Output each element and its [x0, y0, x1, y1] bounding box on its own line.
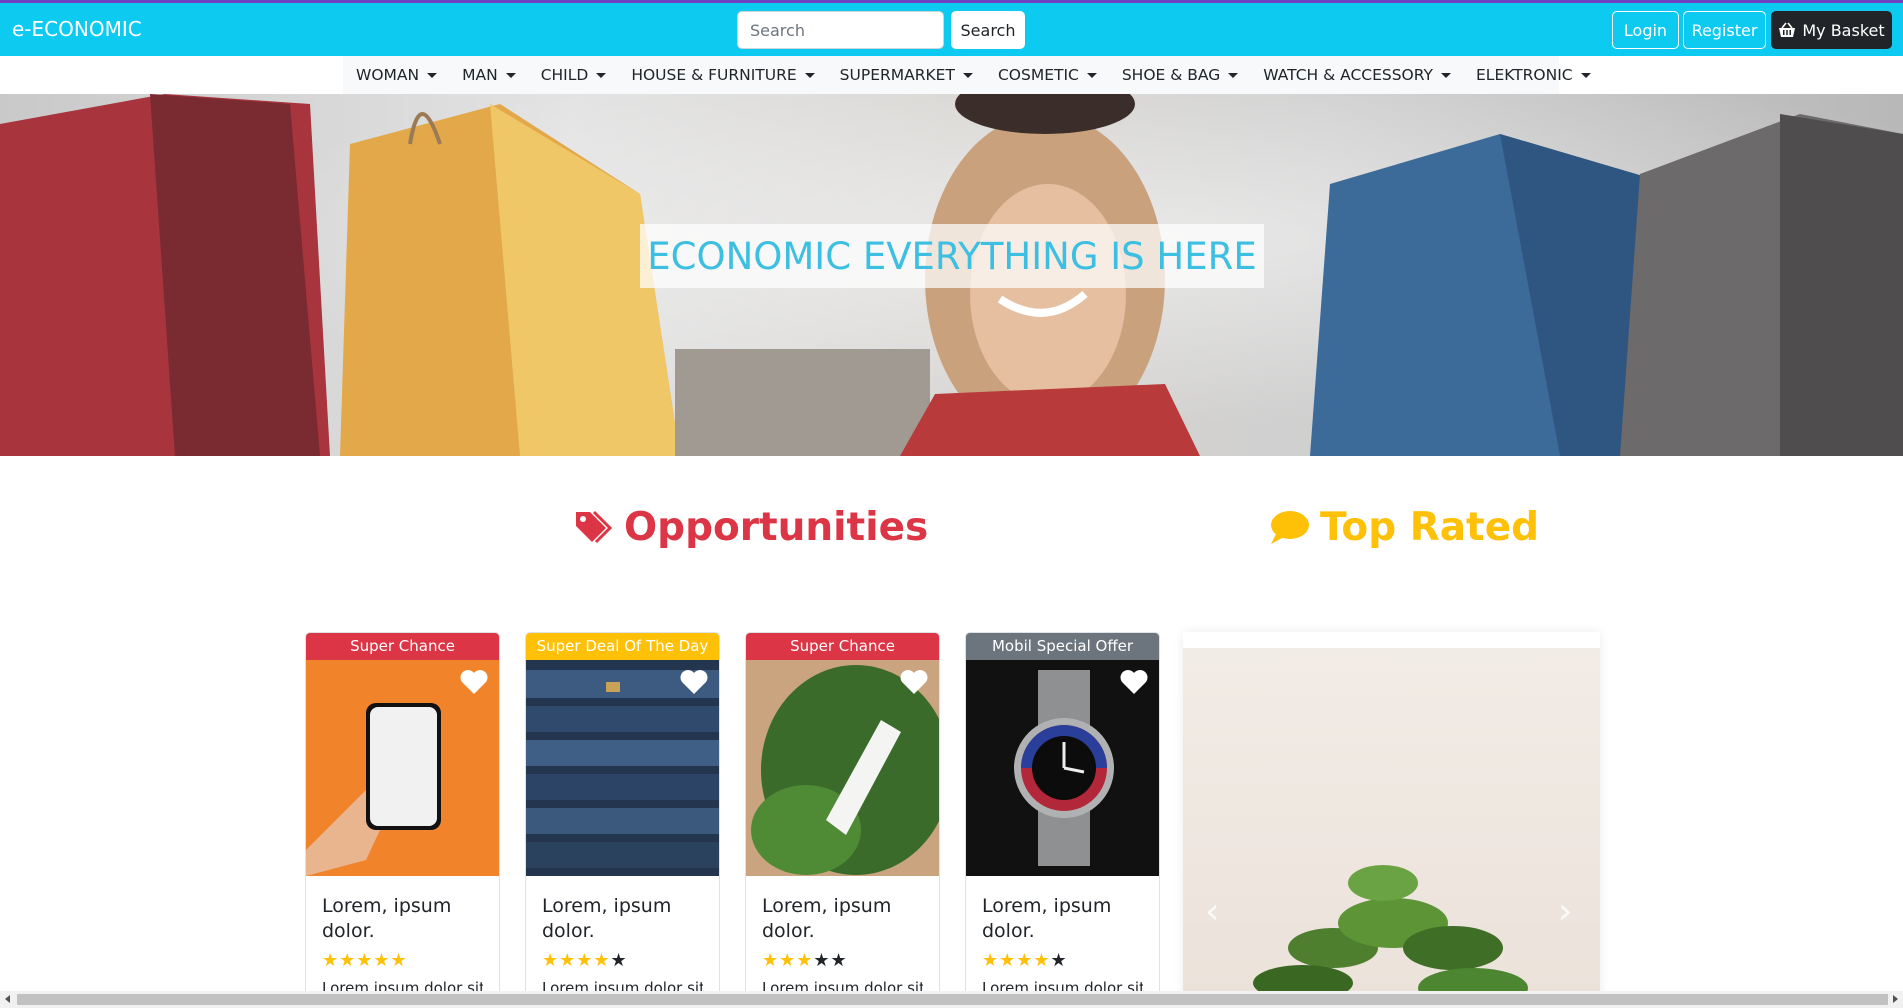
- category-man[interactable]: MAN: [462, 66, 516, 84]
- star-icon: ★★: [813, 950, 848, 971]
- product-card[interactable]: Super Deal Of The Day Lorem, ipsum dolor…: [525, 632, 720, 1002]
- product-name[interactable]: Lorem, ipsum dolor.: [982, 894, 1143, 944]
- caret-down-icon: [1580, 72, 1591, 78]
- search-button[interactable]: Search: [951, 11, 1025, 49]
- top-rated-heading: Top Rated: [1268, 505, 1539, 550]
- star-icon: ★★★★★: [322, 950, 408, 971]
- category-woman[interactable]: WOMAN: [356, 66, 438, 84]
- register-button[interactable]: Register: [1683, 11, 1766, 49]
- caret-down-icon: [427, 72, 438, 78]
- top-navbar: e-ECONOMIC Search Login Register My Bask…: [0, 0, 1903, 56]
- comment-icon: [1271, 510, 1309, 544]
- carousel-slide-image[interactable]: [1183, 648, 1600, 1002]
- rating-stars: ★★★★★: [982, 950, 1143, 971]
- horizontal-scrollbar[interactable]: [0, 991, 1903, 1008]
- hero-title-box: ECONOMIC EVERYTHING IS HERE: [640, 224, 1264, 288]
- star-icon: ★: [610, 950, 628, 971]
- category-elektronic[interactable]: ELEKTRONIC: [1476, 66, 1591, 84]
- brand-logo[interactable]: e-ECONOMIC: [12, 17, 142, 41]
- caret-down-icon: [596, 72, 607, 78]
- carousel-next-icon[interactable]: ›: [1558, 892, 1578, 932]
- heart-icon[interactable]: [679, 668, 709, 696]
- search-input[interactable]: [737, 11, 944, 49]
- scrollbar-thumb[interactable]: [17, 994, 1888, 1005]
- top-rated-carousel: ‹ ›: [1183, 632, 1600, 1002]
- carousel-prev-icon[interactable]: ‹: [1205, 892, 1225, 932]
- product-card[interactable]: Mobil Special Offer Lorem, ipsum dolor. …: [965, 632, 1160, 1002]
- star-icon: ★★★★: [982, 950, 1051, 971]
- caret-down-icon: [1441, 72, 1452, 78]
- category-cosmetic[interactable]: COSMETIC: [998, 66, 1097, 84]
- tags-icon: [576, 510, 613, 543]
- product-card[interactable]: Super Chance Lorem, ipsum dolor. ★★★★★ L…: [745, 632, 940, 1002]
- product-name[interactable]: Lorem, ipsum dolor.: [762, 894, 923, 944]
- category-shoe-bag[interactable]: SHOE & BAG: [1122, 66, 1239, 84]
- heart-icon[interactable]: [1119, 668, 1149, 696]
- basket-icon: [1779, 22, 1796, 37]
- caret-down-icon: [505, 72, 516, 78]
- offer-badge: Mobil Special Offer: [966, 633, 1159, 660]
- opportunities-heading: Opportunities: [572, 505, 928, 550]
- product-image[interactable]: [966, 660, 1159, 876]
- category-child[interactable]: CHILD: [541, 66, 607, 84]
- star-icon: ★★★: [762, 950, 814, 971]
- hero-banner: ECONOMIC EVERYTHING IS HERE: [0, 94, 1903, 456]
- offer-badge: Super Chance: [746, 633, 939, 660]
- category-supermarket[interactable]: SUPERMARKET: [840, 66, 973, 84]
- plant-image: [1253, 865, 1528, 1002]
- category-watch-accessory[interactable]: WATCH & ACCESSORY: [1263, 66, 1452, 84]
- my-basket-button[interactable]: My Basket: [1771, 11, 1892, 49]
- offer-badge: Super Chance: [306, 633, 499, 660]
- rating-stars: ★★★★★: [322, 950, 483, 971]
- rating-stars: ★★★★★: [762, 950, 923, 971]
- category-house-furniture[interactable]: HOUSE & FURNITURE: [631, 66, 815, 84]
- star-icon: ★: [1050, 950, 1068, 971]
- product-name[interactable]: Lorem, ipsum dolor.: [542, 894, 703, 944]
- product-image[interactable]: [526, 660, 719, 876]
- caret-down-icon: [962, 72, 973, 78]
- product-name[interactable]: Lorem, ipsum dolor.: [322, 894, 483, 944]
- product-card[interactable]: Super Chance Lorem, ipsum dolor. ★★★★★ L…: [305, 632, 500, 1002]
- login-button[interactable]: Login: [1612, 11, 1679, 49]
- heart-icon[interactable]: [899, 668, 929, 696]
- scroll-right-icon[interactable]: [1893, 995, 1898, 1003]
- caret-down-icon: [1228, 72, 1239, 78]
- rating-stars: ★★★★★: [542, 950, 703, 971]
- hero-title: ECONOMIC EVERYTHING IS HERE: [647, 234, 1257, 278]
- caret-down-icon: [804, 72, 815, 78]
- basket-label: My Basket: [1802, 20, 1885, 40]
- scroll-left-icon[interactable]: [5, 995, 10, 1003]
- caret-down-icon: [1086, 72, 1097, 78]
- star-icon: ★★★★: [542, 950, 611, 971]
- offer-badge: Super Deal Of The Day: [526, 633, 719, 660]
- product-image[interactable]: [746, 660, 939, 876]
- product-image[interactable]: [306, 660, 499, 876]
- heart-icon[interactable]: [459, 668, 489, 696]
- category-menu: WOMAN MAN CHILD HOUSE & FURNITURE SUPERM…: [343, 56, 1591, 94]
